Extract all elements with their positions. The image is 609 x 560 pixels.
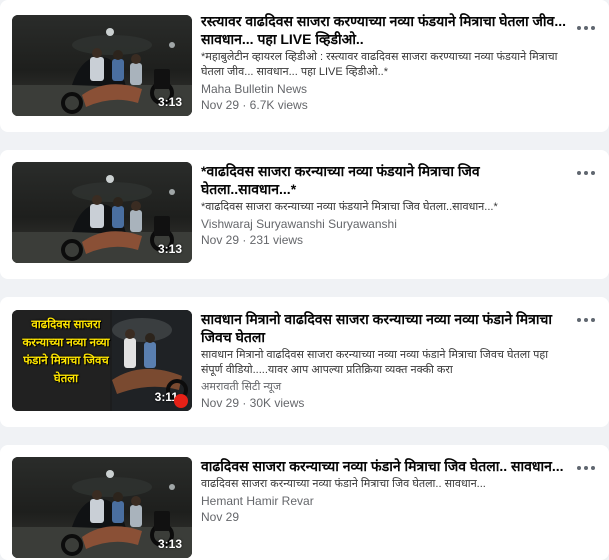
more-options-icon[interactable] <box>577 317 595 323</box>
video-duration: 3:13 <box>157 537 182 551</box>
video-meta: Nov 29 · 231 views <box>201 233 304 247</box>
video-thumbnail[interactable]: 3:13 <box>12 162 192 263</box>
youtube-badge-icon <box>174 394 188 408</box>
video-result-card[interactable]: 3:13 *वाढदिवस साजरा करन्याच्या नव्या फंड… <box>0 150 609 279</box>
channel-name[interactable]: अमरावती सिटी न्यूज <box>201 379 569 395</box>
thumbnail-overlay-text: वाढदिवस साजरा करन्याच्या नव्या नव्या फंड… <box>22 319 110 385</box>
video-meta: Nov 29 · 6.7K views <box>201 98 308 112</box>
video-title[interactable]: *वाढदिवस साजरा करन्याच्या नव्या फंडयाने … <box>201 162 569 198</box>
video-title[interactable]: रस्त्यावर वाढदिवस साजरा करण्याच्या नव्या… <box>201 12 569 48</box>
video-thumbnail[interactable]: 3:13 <box>12 457 192 558</box>
more-options-icon[interactable] <box>577 25 595 31</box>
video-thumbnail[interactable]: 3:13 <box>12 15 192 116</box>
video-description: *महाबुलेटीन व्हायरल व्हिडीओ : रस्त्यावर … <box>201 51 558 78</box>
channel-name[interactable]: Hemant Hamir Revar <box>201 493 569 509</box>
video-duration: 3:13 <box>157 242 182 256</box>
video-description: *वाढदिवस साजरा करन्याच्या नव्या फंडयाने … <box>201 201 498 213</box>
video-result-card[interactable]: 3:13 रस्त्यावर वाढदिवस साजरा करण्याच्या … <box>0 0 609 132</box>
video-result-card[interactable]: 3:13 वाढदिवस साजरा करन्याच्या नव्या फंडा… <box>0 445 609 560</box>
video-info: रस्त्यावर वाढदिवस साजरा करण्याच्या नव्या… <box>201 12 569 113</box>
video-duration: 3:13 <box>157 95 182 109</box>
more-options-icon[interactable] <box>577 170 595 176</box>
video-title[interactable]: वाढदिवस साजरा करन्याच्या नव्या फंडाने मि… <box>201 457 569 475</box>
video-info: *वाढदिवस साजरा करन्याच्या नव्या फंडयाने … <box>201 162 569 248</box>
video-title[interactable]: सावधान मित्रानो वाढदिवस साजरा करन्याच्या… <box>201 310 569 346</box>
more-options-icon[interactable] <box>577 465 595 471</box>
video-info: सावधान मित्रानो वाढदिवस साजरा करन्याच्या… <box>201 310 569 411</box>
video-thumbnail[interactable]: वाढदिवस साजरा करन्याच्या नव्या नव्या फंड… <box>12 310 192 411</box>
video-meta: Nov 29 <box>201 510 240 524</box>
video-meta: Nov 29 · 30K views <box>201 396 305 410</box>
video-description: वाढदिवस साजरा करन्याच्या नव्या फंडाने मि… <box>201 478 486 490</box>
video-description: सावधान मित्रानो वाढदिवस साजरा करन्याच्या… <box>201 349 549 376</box>
video-info: वाढदिवस साजरा करन्याच्या नव्या फंडाने मि… <box>201 457 569 525</box>
channel-name[interactable]: Maha Bulletin News <box>201 81 569 97</box>
video-result-card[interactable]: वाढदिवस साजरा करन्याच्या नव्या नव्या फंड… <box>0 297 609 427</box>
channel-name[interactable]: Vishwaraj Suryawanshi Suryawanshi <box>201 216 569 232</box>
